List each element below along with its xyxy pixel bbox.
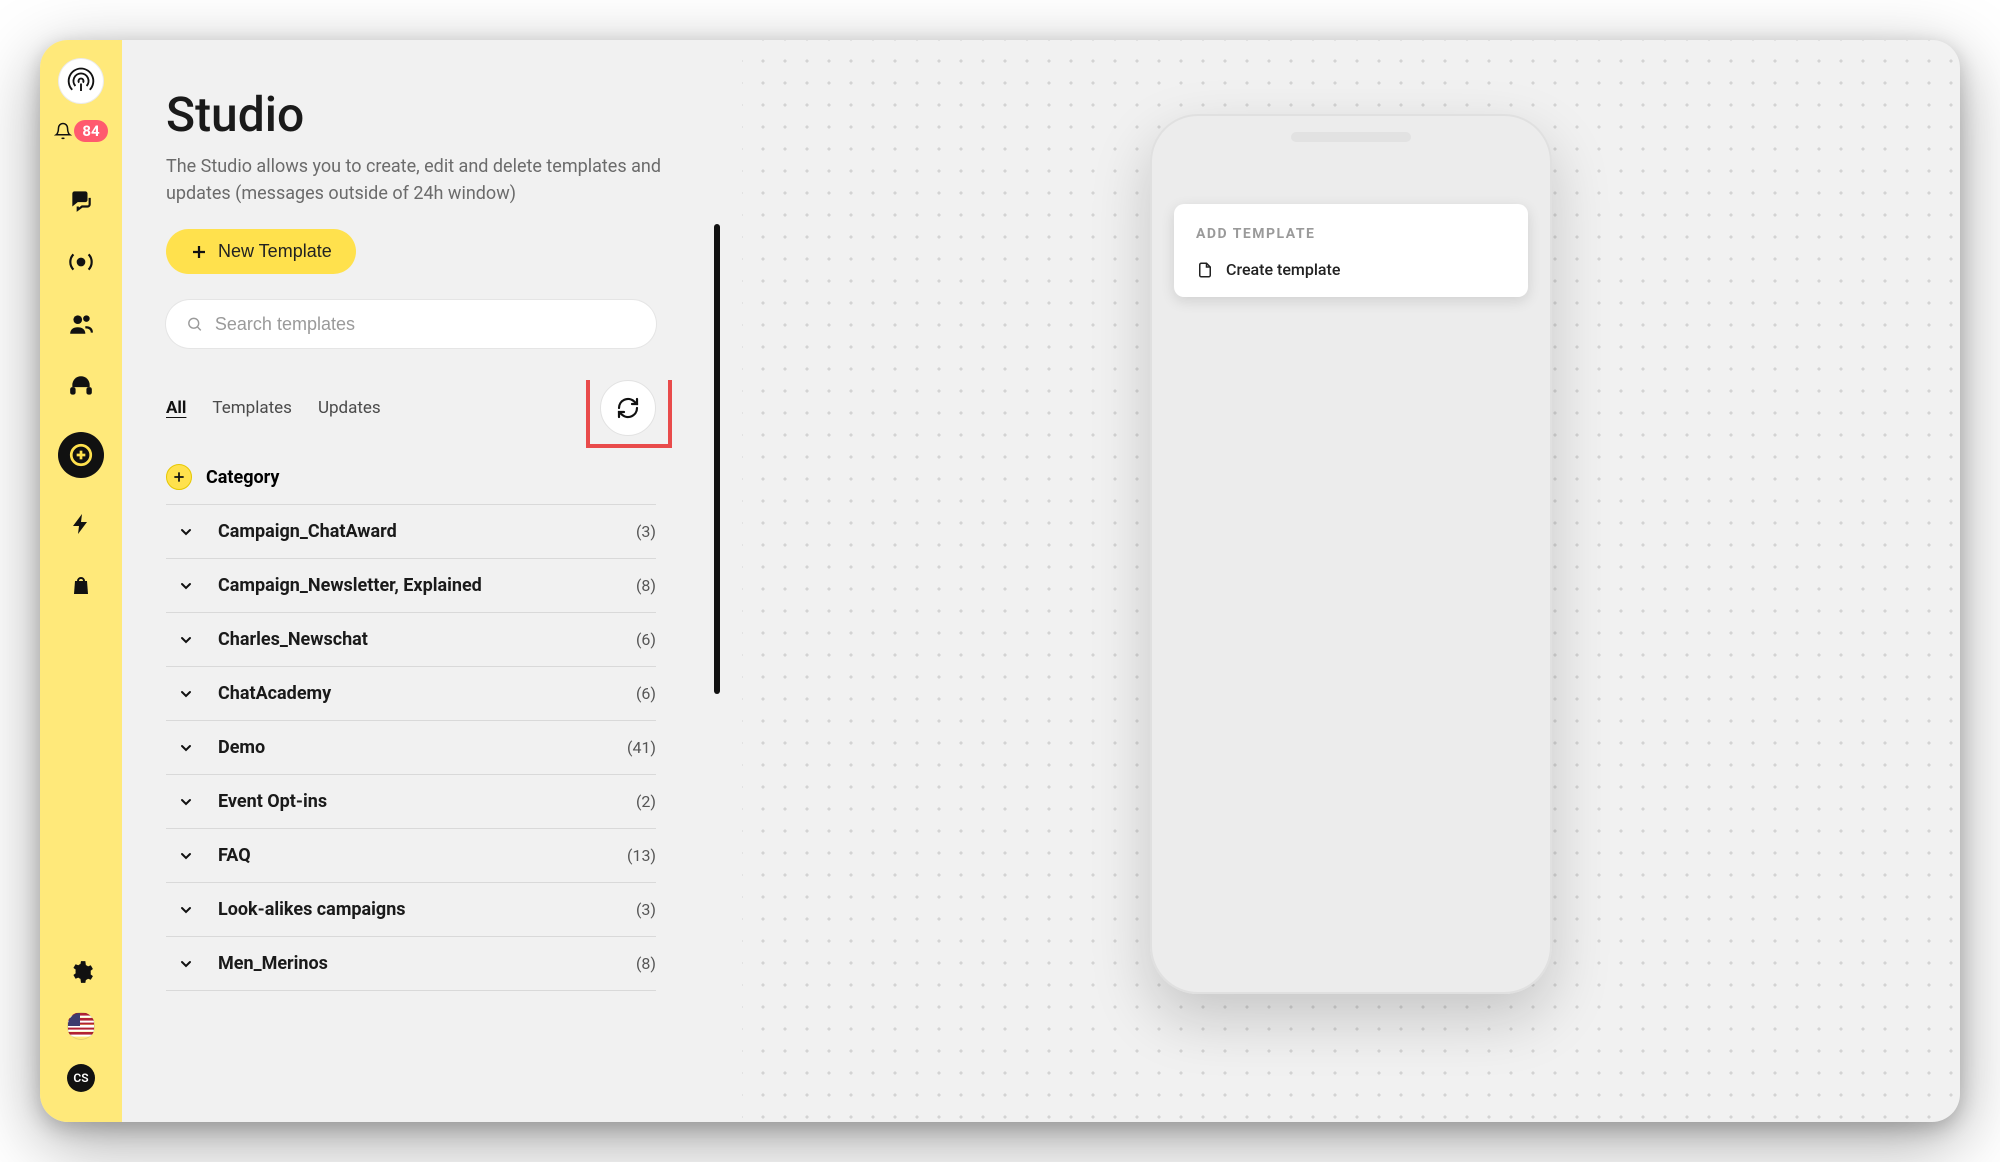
shopping-bag-icon <box>69 574 93 598</box>
category-name: Campaign_Newsletter, Explained <box>212 575 618 596</box>
category-item[interactable]: FAQ (13) <box>166 829 656 883</box>
sidebar: 84 <box>40 40 122 1122</box>
search-input[interactable] <box>213 313 636 336</box>
headset-icon <box>68 373 94 399</box>
nav-automations[interactable] <box>65 508 97 540</box>
avatar[interactable]: CS <box>67 1064 95 1092</box>
language-flag-us[interactable] <box>67 1012 95 1040</box>
category-item[interactable]: ChatAcademy (6) <box>166 667 656 721</box>
plus-icon <box>172 470 186 484</box>
studio-panel: Studio The Studio allows you to create, … <box>122 40 742 1122</box>
nav-contacts[interactable] <box>65 308 97 340</box>
page-subtitle: The Studio allows you to create, edit an… <box>166 153 666 207</box>
category-count: (3) <box>636 522 656 541</box>
add-category-button[interactable] <box>166 464 192 490</box>
app-logo[interactable] <box>58 58 104 104</box>
bell-icon <box>54 122 72 140</box>
category-item[interactable]: Look-alikes campaigns (3) <box>166 883 656 937</box>
category-header: Category <box>166 452 656 505</box>
category-count: (6) <box>636 684 656 703</box>
new-template-button[interactable]: New Template <box>166 229 356 274</box>
nav-studio[interactable] <box>58 432 104 478</box>
chevron-down-icon <box>178 632 194 648</box>
add-template-card: ADD TEMPLATE Create template <box>1174 204 1528 297</box>
template-list-area: All Templates Updates Category <box>166 380 742 1122</box>
chevron-down-icon <box>178 956 194 972</box>
main: Studio The Studio allows you to create, … <box>122 40 1960 1122</box>
category-name: Look-alikes campaigns <box>212 899 618 920</box>
category-name: Charles_Newschat <box>212 629 618 650</box>
refresh-button[interactable] <box>600 380 656 436</box>
category-count: (8) <box>636 954 656 973</box>
category-count: (13) <box>627 846 656 865</box>
category-count: (6) <box>636 630 656 649</box>
add-message-icon <box>68 442 94 468</box>
tab-templates[interactable]: Templates <box>212 398 292 418</box>
category-item[interactable]: Campaign_ChatAward (3) <box>166 505 656 559</box>
nav-settings[interactable] <box>65 956 97 988</box>
plus-icon <box>190 243 208 261</box>
bolt-icon <box>69 512 93 536</box>
category-count: (41) <box>627 738 656 757</box>
nav-chats[interactable] <box>65 184 97 216</box>
create-template-action[interactable]: Create template <box>1196 260 1506 279</box>
page-title: Studio <box>166 86 742 143</box>
tab-all[interactable]: All <box>166 398 186 418</box>
category-item[interactable]: Charles_Newschat (6) <box>166 613 656 667</box>
category-name: FAQ <box>212 845 609 866</box>
card-title: ADD TEMPLATE <box>1196 226 1506 242</box>
notifications[interactable]: 84 <box>54 120 107 142</box>
nav-calls[interactable] <box>65 370 97 402</box>
category-name: Men_Merinos <box>212 953 618 974</box>
category-count: (8) <box>636 576 656 595</box>
chevron-down-icon <box>178 740 194 756</box>
search-input-container[interactable] <box>166 300 656 348</box>
notifications-badge: 84 <box>74 120 107 142</box>
gear-icon <box>68 959 94 985</box>
sidebar-nav <box>58 184 104 602</box>
fingerprint-icon <box>66 66 96 96</box>
category-count: (3) <box>636 900 656 919</box>
category-item[interactable]: Men_Merinos (8) <box>166 937 656 991</box>
category-item[interactable]: Campaign_Newsletter, Explained (8) <box>166 559 656 613</box>
category-name: Event Opt-ins <box>212 791 618 812</box>
category-name: Campaign_ChatAward <box>212 521 618 542</box>
chevron-down-icon <box>178 848 194 864</box>
search-icon <box>186 315 203 333</box>
contacts-icon <box>68 311 94 337</box>
refresh-icon <box>616 396 640 420</box>
broadcast-icon <box>68 249 94 275</box>
category-item[interactable]: Demo (41) <box>166 721 656 775</box>
category-count: (2) <box>636 792 656 811</box>
chevron-down-icon <box>178 524 194 540</box>
chevron-down-icon <box>178 578 194 594</box>
document-icon <box>1196 261 1214 279</box>
preview-canvas: ADD TEMPLATE Create template <box>742 40 1960 1122</box>
chat-bubbles-icon <box>68 187 94 213</box>
nav-broadcast[interactable] <box>65 246 97 278</box>
tab-updates[interactable]: Updates <box>318 398 381 418</box>
chevron-down-icon <box>178 902 194 918</box>
category-name: Demo <box>212 737 609 758</box>
category-item[interactable]: Event Opt-ins (2) <box>166 775 656 829</box>
create-template-label: Create template <box>1226 260 1340 279</box>
chevron-down-icon <box>178 794 194 810</box>
chevron-down-icon <box>178 686 194 702</box>
category-name: ChatAcademy <box>212 683 618 704</box>
phone-preview: ADD TEMPLATE Create template <box>1150 114 1552 994</box>
nav-shop[interactable] <box>65 570 97 602</box>
new-template-label: New Template <box>218 241 332 262</box>
category-header-label: Category <box>206 467 279 488</box>
